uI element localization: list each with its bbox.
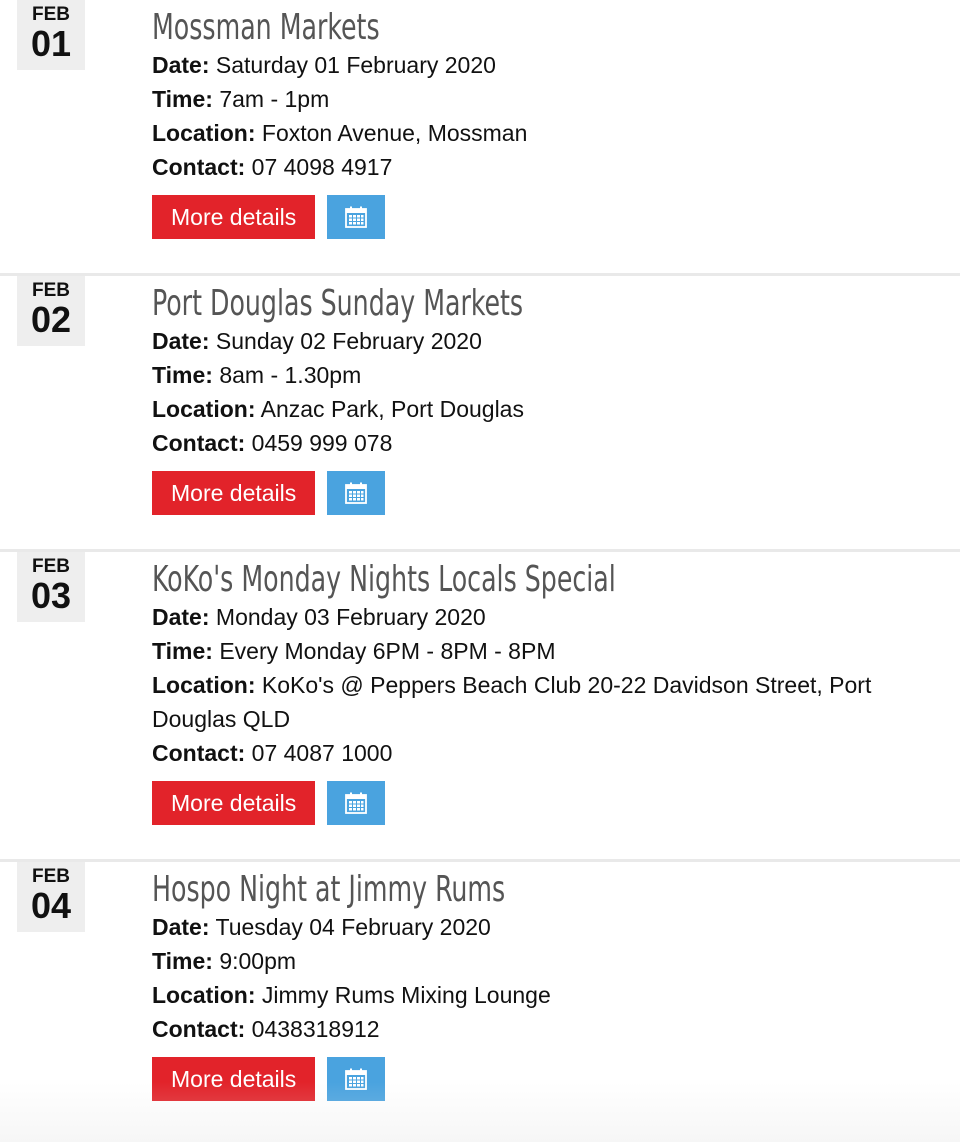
add-to-calendar-button[interactable] <box>327 781 386 825</box>
time-value: 7am - 1pm <box>219 86 330 112</box>
event-date: Date: Sunday 02 February 2020 <box>152 324 900 358</box>
location-value: KoKo's @ Peppers Beach Club 20-22 Davids… <box>152 672 872 732</box>
calendar-icon <box>345 482 368 504</box>
location-label: Location: <box>152 396 256 422</box>
date-value: Monday 03 February 2020 <box>215 604 486 630</box>
time-value: 8am - 1.30pm <box>219 362 362 388</box>
event-title[interactable]: Hospo Night at Jimmy Rums <box>152 862 735 910</box>
calendar-icon <box>345 792 368 814</box>
date-label: Date: <box>152 52 210 78</box>
event-date: Date: Tuesday 04 February 2020 <box>152 910 900 944</box>
location-label: Location: <box>152 672 256 698</box>
contact-label: Contact: <box>152 740 246 766</box>
more-details-button[interactable]: More details <box>152 471 316 515</box>
more-details-button[interactable]: More details <box>152 1057 316 1101</box>
more-details-button[interactable]: More details <box>152 781 316 825</box>
event-date: Date: Monday 03 February 2020 <box>152 600 900 634</box>
event-time: Time: 8am - 1.30pm <box>152 358 900 392</box>
event-title[interactable]: KoKo's Monday Nights Locals Special <box>152 552 735 600</box>
event-contact: Contact: 0438318912 <box>152 1012 900 1046</box>
date-month: FEB <box>32 866 70 887</box>
contact-label: Contact: <box>152 430 246 456</box>
location-value: Jimmy Rums Mixing Lounge <box>261 982 551 1008</box>
time-label: Time: <box>152 638 213 664</box>
date-label: Date: <box>152 604 210 630</box>
event-list: FEB 01 Mossman Markets Date: Saturday 01… <box>0 0 960 1135</box>
event-actions: More details <box>152 471 900 549</box>
event-location: Location: Jimmy Rums Mixing Lounge <box>152 978 900 1012</box>
date-month: FEB <box>32 4 70 25</box>
event-title[interactable]: Mossman Markets <box>152 0 735 48</box>
date-value: Sunday 02 February 2020 <box>215 328 482 354</box>
date-value: Tuesday 04 February 2020 <box>215 914 491 940</box>
event-actions: More details <box>152 1057 900 1135</box>
event-contact: Contact: 07 4087 1000 <box>152 736 900 770</box>
date-month: FEB <box>32 280 70 301</box>
date-value: Saturday 01 February 2020 <box>215 52 496 78</box>
event-body: Hospo Night at Jimmy Rums Date: Tuesday … <box>152 862 960 1135</box>
event-body: Mossman Markets Date: Saturday 01 Februa… <box>152 0 960 273</box>
event-body: Port Douglas Sunday Markets Date: Sunday… <box>152 276 960 549</box>
location-label: Location: <box>152 982 256 1008</box>
event-body: KoKo's Monday Nights Locals Special Date… <box>152 552 960 859</box>
event-title[interactable]: Port Douglas Sunday Markets <box>152 276 735 324</box>
event-time: Time: Every Monday 6PM - 8PM - 8PM <box>152 634 900 668</box>
event-actions: More details <box>152 195 900 273</box>
event-location: Location: Anzac Park, Port Douglas <box>152 392 900 426</box>
contact-value: 07 4087 1000 <box>251 740 393 766</box>
date-badge: FEB 04 <box>17 862 85 932</box>
date-badge: FEB 02 <box>17 276 85 346</box>
add-to-calendar-button[interactable] <box>327 471 386 515</box>
event-item: FEB 04 Hospo Night at Jimmy Rums Date: T… <box>0 859 960 1135</box>
contact-value: 0459 999 078 <box>251 430 393 456</box>
contact-value: 0438318912 <box>251 1016 380 1042</box>
more-details-button[interactable]: More details <box>152 195 316 239</box>
date-label: Date: <box>152 328 210 354</box>
date-label: Date: <box>152 914 210 940</box>
contact-label: Contact: <box>152 1016 246 1042</box>
date-badge: FEB 03 <box>17 552 85 622</box>
location-value: Anzac Park, Port Douglas <box>260 396 524 422</box>
date-month: FEB <box>32 556 70 577</box>
date-day: 02 <box>30 299 72 340</box>
location-value: Foxton Avenue, Mossman <box>261 120 528 146</box>
date-badge: FEB 01 <box>17 0 85 70</box>
event-date: Date: Saturday 01 February 2020 <box>152 48 900 82</box>
event-item: FEB 02 Port Douglas Sunday Markets Date:… <box>0 273 960 549</box>
time-value: Every Monday 6PM - 8PM - 8PM <box>219 638 556 664</box>
add-to-calendar-button[interactable] <box>327 1057 386 1101</box>
event-location: Location: Foxton Avenue, Mossman <box>152 116 900 150</box>
location-label: Location: <box>152 120 256 146</box>
event-time: Time: 9:00pm <box>152 944 900 978</box>
event-location: Location: KoKo's @ Peppers Beach Club 20… <box>152 668 900 736</box>
date-day: 01 <box>30 23 72 64</box>
event-contact: Contact: 0459 999 078 <box>152 426 900 460</box>
event-item: FEB 01 Mossman Markets Date: Saturday 01… <box>0 0 960 273</box>
contact-value: 07 4098 4917 <box>251 154 393 180</box>
contact-label: Contact: <box>152 154 246 180</box>
event-contact: Contact: 07 4098 4917 <box>152 150 900 184</box>
add-to-calendar-button[interactable] <box>327 195 386 239</box>
date-day: 04 <box>30 885 72 926</box>
event-actions: More details <box>152 781 900 859</box>
time-label: Time: <box>152 86 213 112</box>
time-label: Time: <box>152 948 213 974</box>
time-value: 9:00pm <box>219 948 297 974</box>
calendar-icon <box>345 206 368 228</box>
event-item: FEB 03 KoKo's Monday Nights Locals Speci… <box>0 549 960 859</box>
time-label: Time: <box>152 362 213 388</box>
calendar-icon <box>345 1068 368 1090</box>
event-time: Time: 7am - 1pm <box>152 82 900 116</box>
date-day: 03 <box>30 575 72 616</box>
